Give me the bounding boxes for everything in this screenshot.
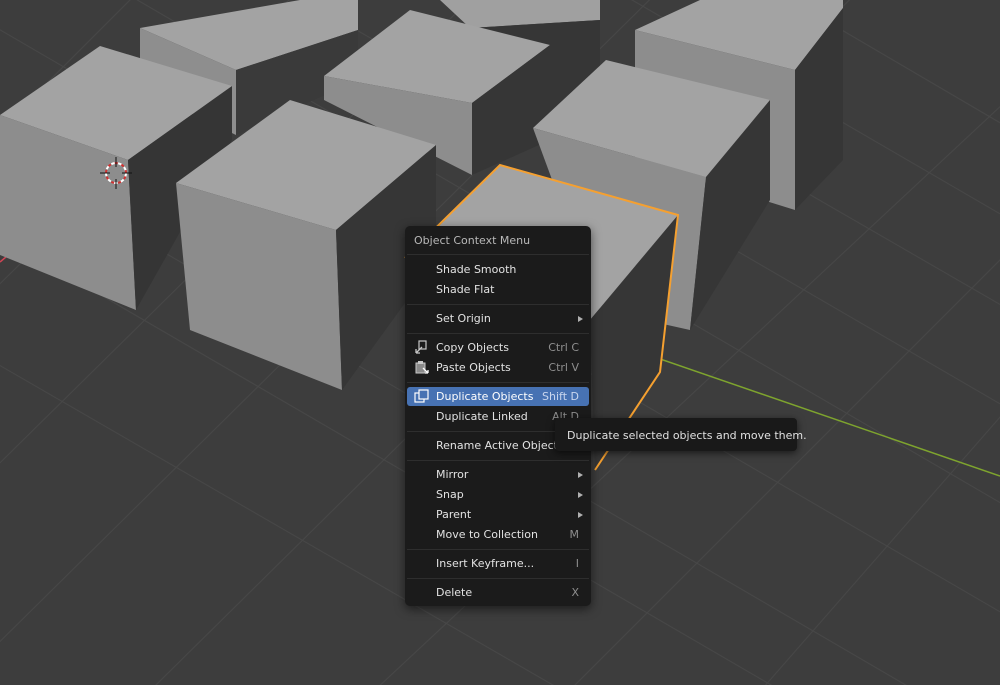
- menu-item-move-to-collection[interactable]: Move to Collection M: [407, 525, 589, 544]
- menu-item-parent[interactable]: Parent: [407, 505, 589, 524]
- menu-item-shortcut: Ctrl V: [548, 361, 579, 374]
- menu-item-label: Set Origin: [436, 312, 491, 325]
- menu-item-snap[interactable]: Snap: [407, 485, 589, 504]
- copy-icon: [415, 340, 427, 354]
- menu-separator: [407, 304, 589, 305]
- menu-item-set-origin[interactable]: Set Origin: [407, 309, 589, 328]
- paste-icon: [415, 361, 429, 374]
- menu-item-paste-objects[interactable]: Paste Objects Ctrl V: [407, 358, 589, 377]
- submenu-arrow-icon: [578, 492, 583, 498]
- tooltip-text: Duplicate selected objects and move them…: [567, 429, 807, 442]
- menu-item-shade-smooth[interactable]: Shade Smooth: [407, 260, 589, 279]
- menu-item-label: Duplicate Objects: [436, 390, 534, 403]
- menu-item-label: Duplicate Linked: [436, 410, 528, 423]
- duplicate-icon: [414, 389, 429, 403]
- submenu-arrow-icon: [578, 472, 583, 478]
- menu-item-insert-keyframe[interactable]: Insert Keyframe... I: [407, 554, 589, 573]
- object-context-menu: Object Context Menu Shade Smooth Shade F…: [405, 226, 591, 606]
- menu-title: Object Context Menu: [414, 234, 531, 247]
- menu-item-duplicate-objects[interactable]: Duplicate Objects Shift D: [407, 387, 589, 406]
- menu-item-shortcut: X: [571, 586, 579, 599]
- menu-item-mirror[interactable]: Mirror: [407, 465, 589, 484]
- menu-item-label: Shade Smooth: [436, 263, 517, 276]
- menu-separator: [407, 333, 589, 334]
- menu-item-label: Paste Objects: [436, 361, 511, 374]
- submenu-arrow-icon: [578, 316, 583, 322]
- menu-item-label: Insert Keyframe...: [436, 557, 535, 570]
- menu-separator: [407, 549, 589, 550]
- menu-separator: [407, 382, 589, 383]
- menu-item-label: Shade Flat: [436, 283, 495, 296]
- menu-item-label: Parent: [436, 508, 472, 521]
- menu-item-shortcut: I: [575, 557, 579, 570]
- menu-item-copy-objects[interactable]: Copy Objects Ctrl C: [407, 338, 589, 357]
- menu-item-shortcut: M: [569, 528, 580, 541]
- menu-item-shortcut: Shift D: [542, 390, 579, 403]
- menu-item-label: Move to Collection: [436, 528, 538, 541]
- menu-item-shade-flat[interactable]: Shade Flat: [407, 280, 589, 299]
- menu-item-label: Copy Objects: [436, 341, 509, 354]
- menu-item-label: Snap: [436, 488, 464, 501]
- menu-item-label: Rename Active Object...: [436, 439, 569, 452]
- menu-item-label: Delete: [436, 586, 473, 599]
- menu-separator: [407, 254, 589, 255]
- menu-separator: [407, 460, 589, 461]
- menu-item-label: Mirror: [436, 468, 469, 481]
- tooltip: Duplicate selected objects and move them…: [555, 418, 807, 451]
- submenu-arrow-icon: [578, 512, 583, 518]
- menu-item-shortcut: Ctrl C: [548, 341, 579, 354]
- menu-item-delete[interactable]: Delete X: [407, 583, 589, 602]
- menu-separator: [407, 578, 589, 579]
